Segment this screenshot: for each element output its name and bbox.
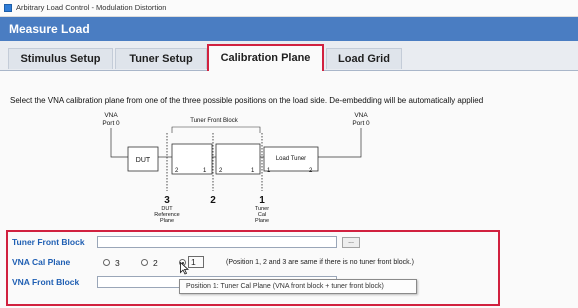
page-header: Measure Load [0, 17, 578, 41]
vna-front-block-label: VNA Front Block [12, 277, 80, 287]
left-port-line [110, 128, 128, 158]
load-tuner-label: Load Tuner [276, 156, 306, 162]
radio-plane-2[interactable] [141, 259, 148, 266]
radio-plane-1-label: 1 [188, 256, 204, 268]
page-title: Measure Load [9, 22, 90, 36]
plane-3-label-line: Plane [160, 218, 174, 224]
plane-3-number: 3 [164, 195, 170, 206]
tuner-front-block-field[interactable] [97, 236, 337, 248]
tab-load-grid[interactable]: Load Grid [326, 48, 402, 69]
calibration-plane-diagram: VNA Port 0 VNA Port 0 Tuner Front Block … [102, 112, 370, 224]
tab-calibration-plane[interactable]: Calibration Plane [207, 44, 324, 71]
window-title: Arbitrary Load Control - Modulation Dist… [16, 3, 167, 12]
right-port-line [318, 128, 362, 158]
radio-plane-2-label: 2 [153, 258, 158, 268]
app-icon [4, 4, 12, 12]
vna-left-line1: VNA [104, 112, 118, 119]
vna-left-line2: Port 0 [102, 120, 120, 127]
dut-label: DUT [136, 157, 151, 164]
tuner-front-block-caption: Tuner Front Block [190, 118, 238, 124]
mouse-pointer-icon [180, 262, 189, 275]
vna-right-line2: Port 0 [352, 120, 370, 127]
radio-plane-3-label: 3 [115, 258, 120, 268]
position-note: (Position 1, 2 and 3 are same if there i… [226, 259, 414, 266]
vna-cal-plane-label: VNA Cal Plane [12, 257, 71, 267]
plane-2-number: 2 [210, 195, 216, 206]
plane-1-number: 1 [259, 195, 265, 206]
tuner-front-block-label: Tuner Front Block [12, 237, 85, 247]
browse-button[interactable]: ... [342, 237, 360, 248]
cal-plane-tooltip: Position 1: Tuner Cal Plane (VNA front b… [179, 279, 417, 294]
vna-right-line1: VNA [354, 112, 368, 119]
radio-plane-3[interactable] [103, 259, 110, 266]
tuner-front-block-bracket [171, 126, 261, 133]
plane-1-label-line: Plane [255, 218, 269, 224]
tab-bar: Stimulus Setup Tuner Setup Calibration P… [0, 41, 578, 71]
title-bar: Arbitrary Load Control - Modulation Dist… [0, 0, 578, 17]
tab-tuner-setup[interactable]: Tuner Setup [115, 48, 207, 69]
tab-stimulus-setup[interactable]: Stimulus Setup [8, 48, 113, 69]
